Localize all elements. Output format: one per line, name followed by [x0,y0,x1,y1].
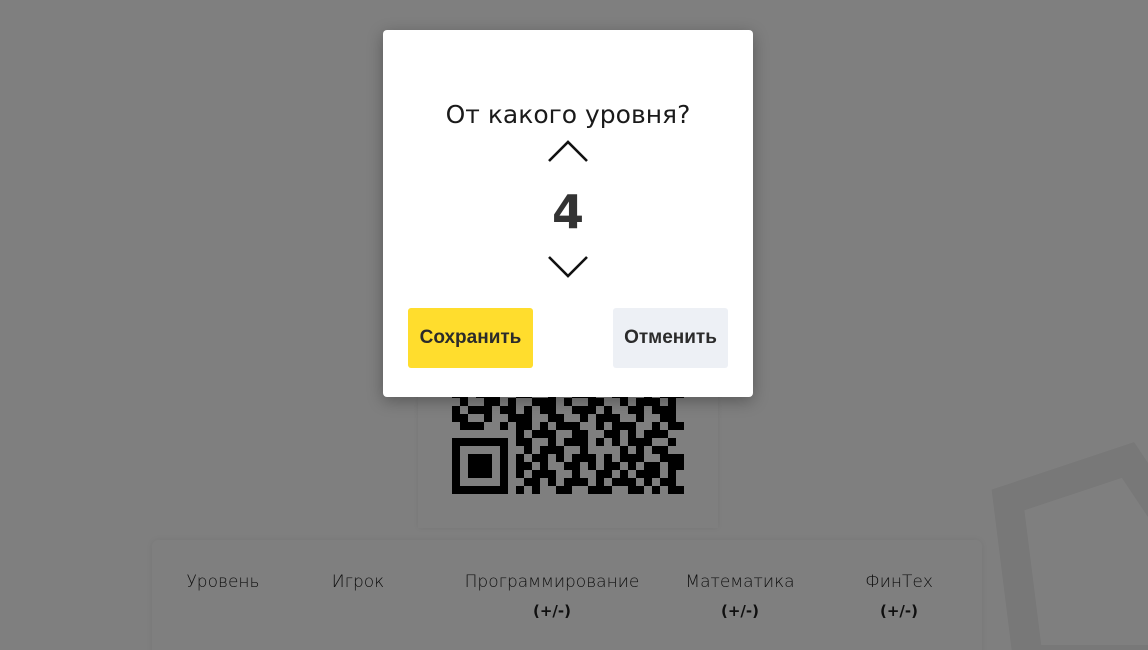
chevron-up-icon[interactable] [547,138,589,164]
dialog-title: От какого уровня? [445,100,691,129]
chevron-down-icon[interactable] [547,254,589,280]
page: Уровень Игрок Программирование (+/-) Мат… [0,0,1148,650]
cancel-button[interactable]: Отменить [613,308,728,368]
level-value: 4 [551,185,584,239]
level-picker-dialog: От какого уровня? 4 Сохранить Отменить [383,30,753,397]
save-button[interactable]: Сохранить [408,308,533,368]
